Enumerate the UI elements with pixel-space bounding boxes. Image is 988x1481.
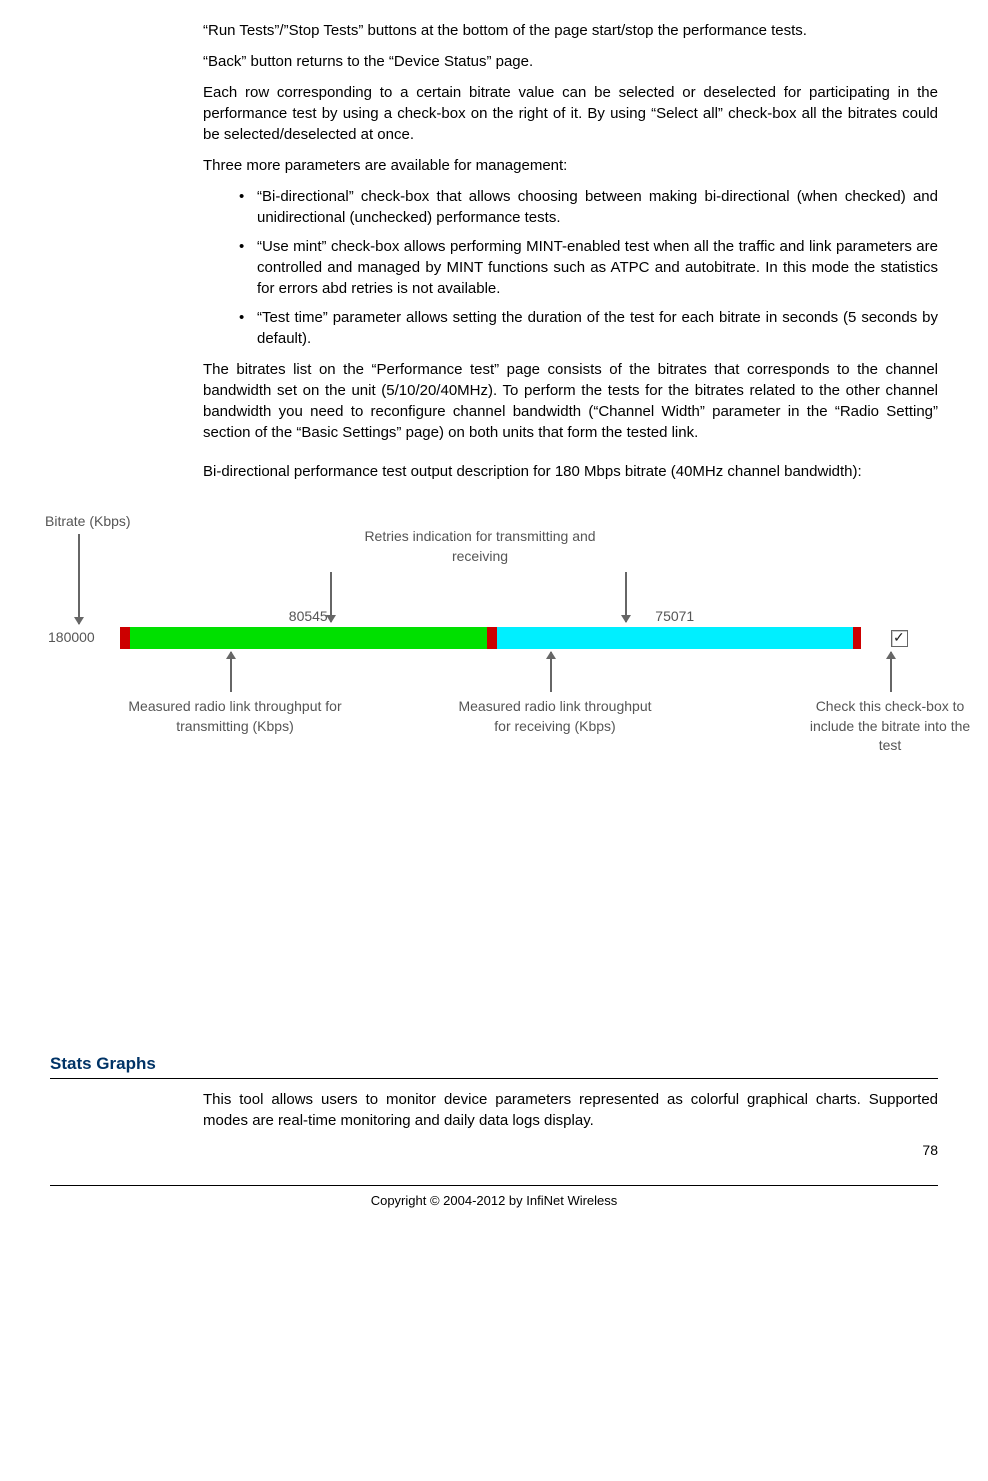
rx-caption: Measured radio link throughput for recei… <box>450 697 660 736</box>
tx-throughput-segment: 80545 <box>130 627 487 649</box>
retries-label: Retries indication for transmitting and … <box>350 527 610 566</box>
bitrate-value: 180000 <box>48 628 95 648</box>
retry-rx-segment <box>487 627 497 649</box>
performance-diagram: Bitrate (Kbps) 180000 Retries indication… <box>50 512 938 822</box>
rx-value: 75071 <box>497 607 854 627</box>
footer-copyright: Copyright © 2004-2012 by InfiNet Wireles… <box>50 1185 938 1210</box>
include-bitrate-checkbox[interactable] <box>891 630 908 647</box>
checkbox-caption: Check this check-box to include the bitr… <box>800 697 980 756</box>
arrow-icon <box>550 652 552 692</box>
paragraph: “Back” button returns to the “Device Sta… <box>203 51 938 72</box>
bullet-item: “Use mint” check-box allows performing M… <box>239 236 938 299</box>
arrow-icon <box>890 652 892 692</box>
bullet-item: “Test time” parameter allows setting the… <box>239 307 938 349</box>
tx-caption: Measured radio link throughput for trans… <box>120 697 350 736</box>
paragraph: Three more parameters are available for … <box>203 155 938 176</box>
progress-bar-row: 80545 75071 <box>120 627 908 649</box>
paragraph: This tool allows users to monitor device… <box>203 1089 938 1131</box>
bitrate-label: Bitrate (Kbps) <box>45 512 131 532</box>
section-heading: Stats Graphs <box>50 1052 938 1079</box>
paragraph: “Run Tests”/”Stop Tests” buttons at the … <box>203 20 938 41</box>
retry-end-segment <box>853 627 861 649</box>
page-number: 78 <box>50 1141 938 1161</box>
paragraph: Each row corresponding to a certain bitr… <box>203 82 938 145</box>
tx-value: 80545 <box>130 607 487 627</box>
rx-throughput-segment: 75071 <box>497 627 854 649</box>
paragraph: The bitrates list on the “Performance te… <box>203 359 938 443</box>
bullet-item: “Bi-directional” check-box that allows c… <box>239 186 938 228</box>
arrow-icon <box>230 652 232 692</box>
paragraph: Bi-directional performance test output d… <box>203 461 938 482</box>
retry-tx-segment <box>120 627 130 649</box>
arrow-icon <box>78 534 80 624</box>
